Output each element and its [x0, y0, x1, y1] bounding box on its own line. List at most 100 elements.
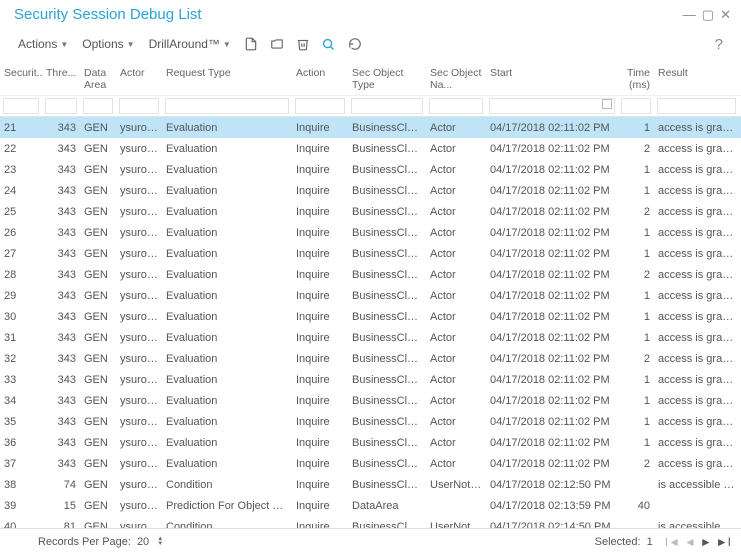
cell-actor: ysurova — [116, 416, 162, 428]
maximize-icon[interactable]: ▢ — [702, 8, 714, 21]
cell-thr: 81 — [42, 521, 80, 528]
col-result[interactable]: Result — [654, 61, 739, 95]
filter-request-type[interactable] — [165, 98, 289, 114]
cell-area: GEN — [80, 395, 116, 407]
help-icon[interactable]: ? — [715, 36, 729, 53]
cell-area: GEN — [80, 269, 116, 281]
cell-start: 04/17/2018 02:11:02 PM — [486, 311, 618, 323]
filter-sec-object-type[interactable] — [351, 98, 423, 114]
cell-req: Evaluation — [162, 164, 292, 176]
delete-icon[interactable] — [293, 34, 313, 54]
col-time-ms[interactable]: Time (ms) — [618, 61, 654, 95]
col-request-type[interactable]: Request Type — [162, 61, 292, 95]
col-sec-object-name[interactable]: Sec Object Na... — [426, 61, 486, 95]
col-thread[interactable]: Thre... — [42, 61, 80, 95]
calendar-icon[interactable] — [602, 99, 612, 109]
filter-thread[interactable] — [45, 98, 77, 114]
cell-actor: ysurova — [116, 500, 162, 512]
cell-thr: 343 — [42, 248, 80, 260]
table-row[interactable]: 36343GENysurovaEvaluationInquireBusiness… — [0, 432, 741, 453]
table-row[interactable]: 32343GENysurovaEvaluationInquireBusiness… — [0, 348, 741, 369]
cell-oname: Actor — [426, 311, 486, 323]
table-row[interactable]: 29343GENysurovaEvaluationInquireBusiness… — [0, 285, 741, 306]
col-start[interactable]: Start — [486, 61, 618, 95]
table-row[interactable]: 30343GENysurovaEvaluationInquireBusiness… — [0, 306, 741, 327]
cell-id: 32 — [0, 353, 42, 365]
actions-menu[interactable]: Actions▼ — [12, 33, 74, 55]
col-data-area[interactable]: Data Area — [80, 61, 116, 95]
minimize-icon[interactable]: — — [683, 8, 696, 21]
cell-actor: ysurova — [116, 374, 162, 386]
refresh-icon[interactable] — [345, 34, 365, 54]
table-row[interactable]: 22343GENysurovaEvaluationInquireBusiness… — [0, 138, 741, 159]
filter-action[interactable] — [295, 98, 345, 114]
table-row[interactable]: 26343GENysurovaEvaluationInquireBusiness… — [0, 222, 741, 243]
cell-action: Inquire — [292, 185, 348, 197]
table-row[interactable]: 27343GENysurovaEvaluationInquireBusiness… — [0, 243, 741, 264]
table-row[interactable]: 33343GENysurovaEvaluationInquireBusiness… — [0, 369, 741, 390]
cell-area: GEN — [80, 353, 116, 365]
cell-req: Evaluation — [162, 353, 292, 365]
records-per-page-value[interactable]: 20 — [137, 536, 149, 548]
cell-otype: BusinessClass — [348, 374, 426, 386]
filter-actor[interactable] — [119, 98, 159, 114]
cell-id: 22 — [0, 143, 42, 155]
cell-otype: BusinessClass — [348, 248, 426, 260]
pager-prev-icon[interactable]: ◄ — [684, 535, 696, 549]
cell-actor: ysurova — [116, 143, 162, 155]
cell-action: Inquire — [292, 437, 348, 449]
cell-req: Condition — [162, 479, 292, 491]
open-icon[interactable] — [267, 34, 287, 54]
cell-area: GEN — [80, 143, 116, 155]
cell-req: Evaluation — [162, 311, 292, 323]
table-row[interactable]: 21343GENysurovaEvaluationInquireBusiness… — [0, 117, 741, 138]
col-security[interactable]: Securit... — [0, 61, 42, 95]
cell-id: 38 — [0, 479, 42, 491]
filter-time[interactable] — [621, 98, 651, 114]
filter-sec-object-name[interactable] — [429, 98, 483, 114]
filter-data-area[interactable] — [83, 98, 113, 114]
table-row[interactable]: 23343GENysurovaEvaluationInquireBusiness… — [0, 159, 741, 180]
cell-time: 1 — [618, 290, 654, 302]
table-row[interactable]: 24343GENysurovaEvaluationInquireBusiness… — [0, 180, 741, 201]
records-per-page-stepper[interactable]: ▲▼ — [157, 537, 163, 547]
col-actor[interactable]: Actor — [116, 61, 162, 95]
pager-next-icon[interactable]: ► — [700, 535, 712, 549]
table-row[interactable]: 35343GENysurovaEvaluationInquireBusiness… — [0, 411, 741, 432]
close-icon[interactable]: ✕ — [720, 8, 731, 21]
filter-security[interactable] — [3, 98, 39, 114]
table-row[interactable]: 3915GENysurovaPrediction For Object Type… — [0, 495, 741, 516]
filter-result[interactable] — [657, 98, 736, 114]
cell-action: Inquire — [292, 143, 348, 155]
cell-id: 33 — [0, 374, 42, 386]
cell-thr: 343 — [42, 122, 80, 134]
cell-req: Evaluation — [162, 143, 292, 155]
cell-time: 1 — [618, 416, 654, 428]
table-row[interactable]: 31343GENysurovaEvaluationInquireBusiness… — [0, 327, 741, 348]
new-icon[interactable] — [241, 34, 261, 54]
table-row[interactable]: 4081GENysurovaConditionInquireBusinessCl… — [0, 516, 741, 528]
table-row[interactable]: 37343GENysurovaEvaluationInquireBusiness… — [0, 453, 741, 474]
cell-thr: 343 — [42, 143, 80, 155]
col-sec-object-type[interactable]: Sec Object Type — [348, 61, 426, 95]
search-icon[interactable] — [319, 34, 339, 54]
col-action[interactable]: Action — [292, 61, 348, 95]
caret-down-icon: ▼ — [127, 40, 135, 49]
cell-otype: BusinessClass — [348, 122, 426, 134]
table-row[interactable]: 28343GENysurovaEvaluationInquireBusiness… — [0, 264, 741, 285]
cell-req: Evaluation — [162, 458, 292, 470]
filter-start[interactable] — [489, 98, 615, 114]
cell-result: access is granted — [654, 332, 739, 344]
table-row[interactable]: 25343GENysurovaEvaluationInquireBusiness… — [0, 201, 741, 222]
table-row[interactable]: 34343GENysurovaEvaluationInquireBusiness… — [0, 390, 741, 411]
table-row[interactable]: 3874GENysurovaConditionInquireBusinessCl… — [0, 474, 741, 495]
cell-actor: ysurova — [116, 332, 162, 344]
cell-start: 04/17/2018 02:11:02 PM — [486, 437, 618, 449]
cell-actor: ysurova — [116, 290, 162, 302]
cell-thr: 15 — [42, 500, 80, 512]
pager-last-icon[interactable]: ►I — [716, 535, 731, 549]
pager-first-icon[interactable]: I◄ — [665, 535, 680, 549]
options-menu[interactable]: Options▼ — [76, 33, 140, 55]
cell-time: 1 — [618, 248, 654, 260]
drillaround-menu[interactable]: DrillAround™▼ — [143, 33, 237, 55]
